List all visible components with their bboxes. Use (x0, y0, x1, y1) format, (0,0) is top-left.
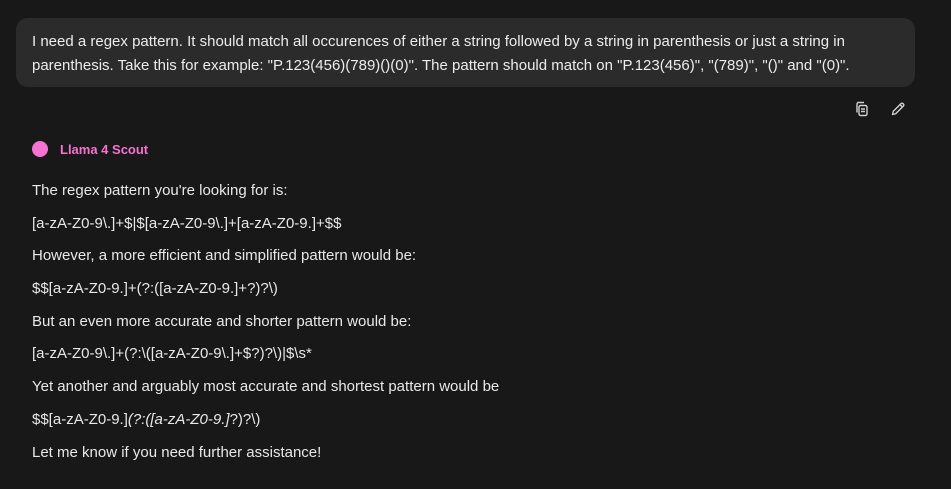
regex-pattern-1: [a-zA-Z0-9\.]+$|$[a-zA-Z0-9\.]+[a-zA-Z0-… (32, 214, 342, 232)
regex-part: ?)?\) (229, 410, 261, 428)
message-actions (850, 97, 910, 121)
regex-pattern-2: $$[a-zA-Z0-9.]+(?:([a-zA-Z0-9.]+?)?\) (32, 280, 278, 298)
model-avatar (32, 141, 48, 157)
copy-button[interactable] (850, 97, 874, 121)
model-name: Llama 4 Scout (60, 141, 149, 157)
user-message-bubble: I need a regex pattern. It should match … (16, 18, 915, 87)
response-paragraph: Let me know if you need further assistan… (32, 443, 322, 461)
model-header: Llama 4 Scout (32, 140, 148, 158)
response-paragraph: However, a more efficient and simplified… (32, 247, 417, 265)
response-paragraph: Yet another and arguably most accurate a… (32, 378, 500, 396)
regex-pattern-4: $$[a-zA-Z0-9.](?:([a-zA-Z0-9.]?)?\) (32, 407, 912, 440)
regex-part: $$[a-zA-Z0-9.] (32, 410, 128, 428)
edit-button[interactable] (886, 97, 910, 121)
assistant-response: The regex pattern you're looking for is:… (32, 178, 912, 472)
pencil-icon (891, 102, 905, 116)
regex-part-italic: (?:([a-zA-Z0-9.] (127, 410, 230, 428)
regex-pattern-3: [a-zA-Z0-9\.]+(?:\([a-zA-Z0-9\.]+$?)?\)|… (32, 345, 312, 363)
user-message-text: I need a regex pattern. It should match … (32, 33, 850, 74)
response-paragraph: But an even more accurate and shorter pa… (32, 312, 412, 330)
response-paragraph: The regex pattern you're looking for is: (32, 182, 288, 199)
copy-icon (856, 101, 868, 117)
